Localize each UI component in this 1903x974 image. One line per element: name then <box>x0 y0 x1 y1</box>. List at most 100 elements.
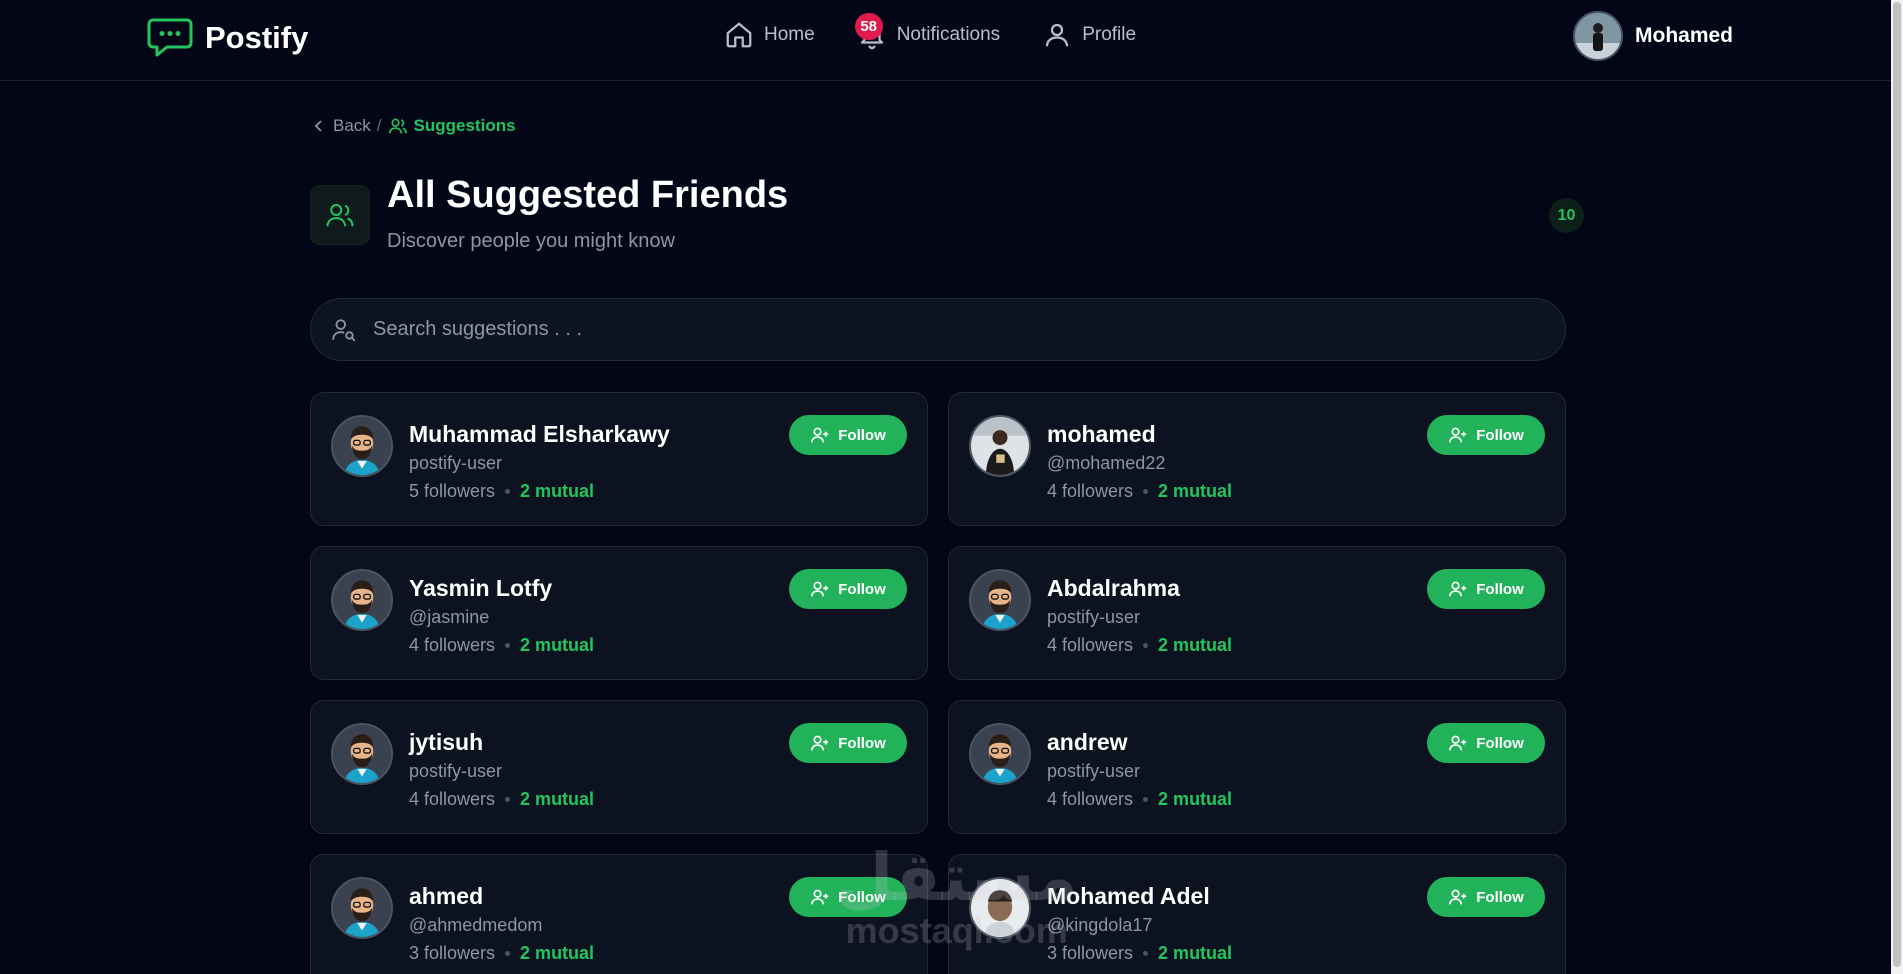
suggestion-handle: @ahmedmedom <box>409 915 543 935</box>
follow-button[interactable]: Follow <box>1427 723 1545 763</box>
home-icon <box>726 22 752 48</box>
suggestion-stats: 4 followers 2 mutual <box>1047 481 1232 502</box>
breadcrumb: Back / Suggestions <box>313 116 516 136</box>
brand-logo[interactable]: Postify <box>147 17 308 59</box>
suggestion-name[interactable]: Yasmin Lotfy <box>409 575 552 602</box>
follow-button-label: Follow <box>1476 734 1524 752</box>
followers-count: 4 followers <box>409 789 496 809</box>
watermark-arabic: مستقل <box>836 839 1078 916</box>
suggestion-stats: 4 followers 2 mutual <box>1047 635 1232 656</box>
suggestion-name[interactable]: Abdalrahma <box>1047 575 1180 602</box>
users-icon <box>326 204 354 227</box>
followers-count: 4 followers <box>409 635 496 655</box>
mutual-count: 2 mutual <box>1158 635 1233 655</box>
search-bar[interactable] <box>310 298 1566 361</box>
mutual-count: 2 mutual <box>520 943 595 963</box>
suggestion-name[interactable]: andrew <box>1047 729 1128 756</box>
suggestion-stats: 4 followers 2 mutual <box>409 635 594 656</box>
user-plus-icon <box>811 735 829 751</box>
app: Postify Home Notifications 58 Profile Mo… <box>0 0 1891 974</box>
user-plus-icon <box>1449 735 1467 751</box>
follow-button-label: Follow <box>838 734 886 752</box>
scrollbar[interactable] <box>1891 0 1903 974</box>
suggestion-card[interactable]: Yasmin Lotfy @jasmine 4 followers 2 mutual F… <box>310 546 928 680</box>
follow-button[interactable]: Follow <box>789 415 907 455</box>
suggestion-name[interactable]: ahmed <box>409 883 483 910</box>
follow-button-label: Follow <box>1476 580 1524 598</box>
nav-home-label: Home <box>764 24 815 45</box>
mutual-count: 2 mutual <box>1158 481 1233 501</box>
separator-dot <box>1143 643 1149 648</box>
follow-button[interactable]: Follow <box>1427 877 1545 917</box>
title-icon-box <box>310 185 370 245</box>
avatar[interactable] <box>969 723 1031 785</box>
suggestion-stats: 3 followers 2 mutual <box>409 943 594 964</box>
suggestion-handle: @jasmine <box>409 607 490 627</box>
page-subtitle: Discover people you might know <box>387 230 675 252</box>
avatar[interactable] <box>331 415 393 477</box>
users-icon <box>388 118 407 134</box>
follow-button[interactable]: Follow <box>789 723 907 763</box>
separator-dot <box>505 643 511 648</box>
mutual-count: 2 mutual <box>1158 943 1233 963</box>
suggestion-card[interactable]: andrew postify-user 4 followers 2 mutual Fol… <box>948 700 1566 834</box>
breadcrumb-current-label: Suggestions <box>413 116 516 135</box>
follow-button-label: Follow <box>838 580 886 598</box>
suggestion-handle: postify-user <box>1047 761 1141 781</box>
follow-button-label: Follow <box>838 426 886 444</box>
notification-count-badge: 58 <box>854 13 883 40</box>
back-link[interactable]: Back <box>313 116 371 136</box>
user-menu[interactable]: Mohamed <box>1573 11 1733 61</box>
suggestion-name[interactable]: Muhammad Elsharkawy <box>409 421 670 448</box>
main-nav: Home Notifications 58 Profile <box>724 13 1178 50</box>
nav-home[interactable]: Home <box>724 20 815 50</box>
scrollbar-thumb[interactable] <box>1893 2 1901 967</box>
brand-name: Postify <box>205 20 309 55</box>
avatar[interactable] <box>331 723 393 785</box>
chevron-left-icon <box>314 120 322 132</box>
separator-dot <box>1143 951 1149 956</box>
suggestion-card[interactable]: Abdalrahma postify-user 4 followers 2 mutua… <box>948 546 1566 680</box>
user-plus-icon <box>1449 581 1467 597</box>
suggestion-card[interactable]: jytisuh postify-user 4 followers 2 mutual Fo… <box>310 700 928 834</box>
avatar[interactable] <box>969 415 1031 477</box>
suggestion-card[interactable]: Muhammad Elsharkawy postify-user 5 followe… <box>310 392 928 526</box>
user-name: Mohamed <box>1635 24 1734 47</box>
mutual-count: 2 mutual <box>520 481 595 501</box>
user-plus-icon <box>811 427 829 443</box>
nav-notifications[interactable]: Notifications 58 <box>854 13 1001 50</box>
follow-button[interactable]: Follow <box>1427 569 1545 609</box>
user-search-icon <box>332 318 356 341</box>
suggestion-count-badge: 10 <box>1549 198 1584 233</box>
suggestion-stats: 4 followers 2 mutual <box>1047 789 1232 810</box>
watermark-latin: mostaql.com <box>845 910 1068 951</box>
user-icon <box>1046 23 1069 47</box>
nav-profile-label: Profile <box>1082 24 1137 45</box>
suggestion-name[interactable]: mohamed <box>1047 421 1156 448</box>
nav-notifications-label: Notifications <box>896 24 1001 45</box>
separator-dot <box>1143 489 1149 494</box>
suggestion-card[interactable]: mohamed @mohamed22 4 followers 2 mutual Foll… <box>948 392 1566 526</box>
search-input[interactable] <box>373 318 1565 341</box>
nav-profile[interactable]: Profile <box>1042 20 1136 50</box>
avatar[interactable] <box>331 569 393 631</box>
user-plus-icon <box>1449 889 1467 905</box>
avatar[interactable] <box>969 569 1031 631</box>
mutual-count: 2 mutual <box>1158 789 1233 809</box>
breadcrumb-separator: / <box>376 116 382 135</box>
page-title: All Suggested Friends <box>387 174 789 216</box>
suggestion-handle: postify-user <box>409 453 503 473</box>
watermark: مستقل mostaql.com <box>836 845 1077 951</box>
separator-dot <box>505 489 511 494</box>
follow-button[interactable]: Follow <box>789 569 907 609</box>
suggestion-name[interactable]: jytisuh <box>409 729 483 756</box>
suggestion-handle: postify-user <box>1047 607 1141 627</box>
follow-button[interactable]: Follow <box>1427 415 1545 455</box>
suggestion-stats: 4 followers 2 mutual <box>409 789 594 810</box>
suggestion-handle: @mohamed22 <box>1047 453 1166 473</box>
suggestion-handle: postify-user <box>409 761 503 781</box>
avatar <box>1573 11 1623 61</box>
followers-count: 4 followers <box>1047 635 1134 655</box>
avatar[interactable] <box>331 877 393 939</box>
user-photo <box>1575 13 1621 59</box>
